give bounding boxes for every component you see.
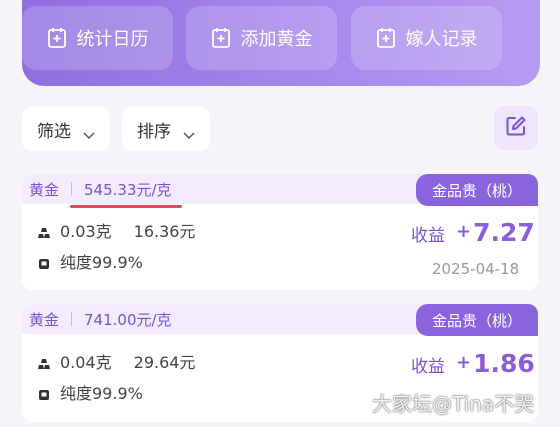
stats-calendar-button[interactable]: 统计日历 bbox=[22, 6, 173, 70]
purity-icon bbox=[38, 255, 50, 269]
marriage-record-label: 嫁人记录 bbox=[405, 29, 478, 50]
purity-row: 纯度99.9% bbox=[38, 380, 143, 404]
marriage-record-button[interactable]: 嫁人记录 bbox=[351, 6, 502, 70]
cost-value: 29.64元 bbox=[133, 353, 196, 372]
divider bbox=[71, 182, 73, 196]
income-sign: + bbox=[456, 221, 472, 242]
price-underline bbox=[70, 204, 182, 208]
metal-type: 黄金 bbox=[29, 180, 60, 199]
filter-dropdown[interactable]: 筛选 bbox=[22, 107, 110, 151]
weight-cost-row: 0.04克 29.64元 bbox=[38, 349, 195, 373]
cost-value: 16.36元 bbox=[133, 222, 196, 241]
record-date: 2025-04-18 bbox=[432, 260, 520, 278]
unit-price-text: 545.33元/克 bbox=[84, 180, 172, 199]
income-label: 收益 bbox=[411, 357, 445, 377]
add-document-icon bbox=[211, 27, 231, 49]
add-gold-label: 添加黄金 bbox=[240, 29, 313, 50]
chevron-down-icon bbox=[83, 125, 95, 140]
store-badge: 金品贵（桃） bbox=[416, 304, 538, 336]
edit-button[interactable] bbox=[494, 106, 538, 150]
add-gold-button[interactable]: 添加黄金 bbox=[186, 6, 337, 70]
weight-value: 0.03克 bbox=[60, 222, 112, 241]
purity-value: 纯度99.9% bbox=[60, 253, 143, 272]
card-header: 黄金 741.00元/克 金品贵（桃） bbox=[22, 304, 538, 336]
metal-type: 黄金 bbox=[29, 310, 60, 329]
gold-bar-icon bbox=[38, 355, 50, 369]
calendar-plus-icon bbox=[47, 27, 67, 49]
purity-row: 纯度99.9% bbox=[38, 249, 143, 273]
sort-label: 排序 bbox=[137, 121, 171, 142]
edit-icon bbox=[505, 115, 527, 141]
income-amount: 7.27 bbox=[473, 218, 535, 247]
purity-icon bbox=[38, 386, 50, 400]
income-sign: + bbox=[456, 352, 472, 373]
card-header: 黄金 545.33元/克 金品贵（桃） bbox=[22, 174, 538, 208]
add-document-icon bbox=[376, 27, 396, 49]
weight-value: 0.04克 bbox=[60, 353, 112, 372]
unit-price: 741.00元/克 bbox=[84, 310, 172, 329]
weight-cost-row: 0.03克 16.36元 bbox=[38, 218, 195, 242]
income-value: +7.27 bbox=[456, 218, 535, 247]
income-amount: 1.86 bbox=[473, 349, 535, 378]
income-value: +1.86 bbox=[456, 349, 535, 378]
unit-price: 545.33元/克 bbox=[70, 179, 182, 208]
divider bbox=[71, 312, 73, 326]
filter-label: 筛选 bbox=[37, 121, 71, 142]
gold-record-card[interactable]: 黄金 545.33元/克 金品贵（桃） 0.03克 16.36元 纯度99.9%… bbox=[22, 174, 538, 290]
income-label: 收益 bbox=[411, 226, 445, 246]
stats-calendar-label: 统计日历 bbox=[76, 29, 149, 50]
watermark: 大家坛@Tina不哭 bbox=[372, 392, 535, 416]
purity-value: 纯度99.9% bbox=[60, 384, 143, 403]
sort-dropdown[interactable]: 排序 bbox=[122, 107, 210, 151]
store-badge: 金品贵（桃） bbox=[416, 174, 538, 206]
chevron-down-icon bbox=[183, 125, 195, 140]
gold-bar-icon bbox=[38, 224, 50, 238]
